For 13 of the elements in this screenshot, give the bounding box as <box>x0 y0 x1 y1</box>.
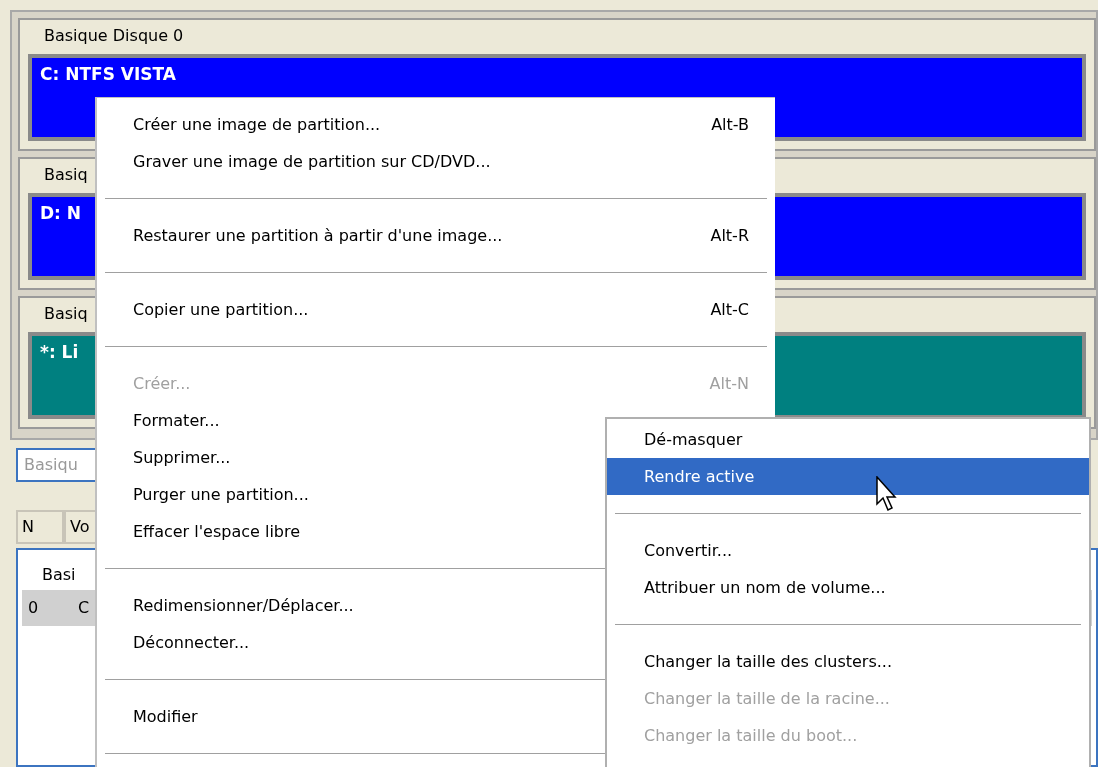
partition-label: C: NTFS VISTA <box>40 64 176 84</box>
disk-header: Basique Disque 0 <box>43 25 184 47</box>
shortcut-label: Alt-B <box>711 113 749 136</box>
partition-label: D: N <box>40 203 82 223</box>
shortcut-label: Alt-N <box>709 372 749 395</box>
table-cell-text: C <box>78 597 90 619</box>
disk-header: Basiq <box>43 303 88 325</box>
disk-header: Basiq <box>43 164 88 186</box>
shortcut-label: Alt-R <box>710 224 749 247</box>
partition-label: *: Li <box>40 342 79 362</box>
group-label: Basi <box>41 564 76 586</box>
shortcut-label: Alt-C <box>710 298 749 321</box>
table-cell-text: 0 <box>27 597 40 619</box>
